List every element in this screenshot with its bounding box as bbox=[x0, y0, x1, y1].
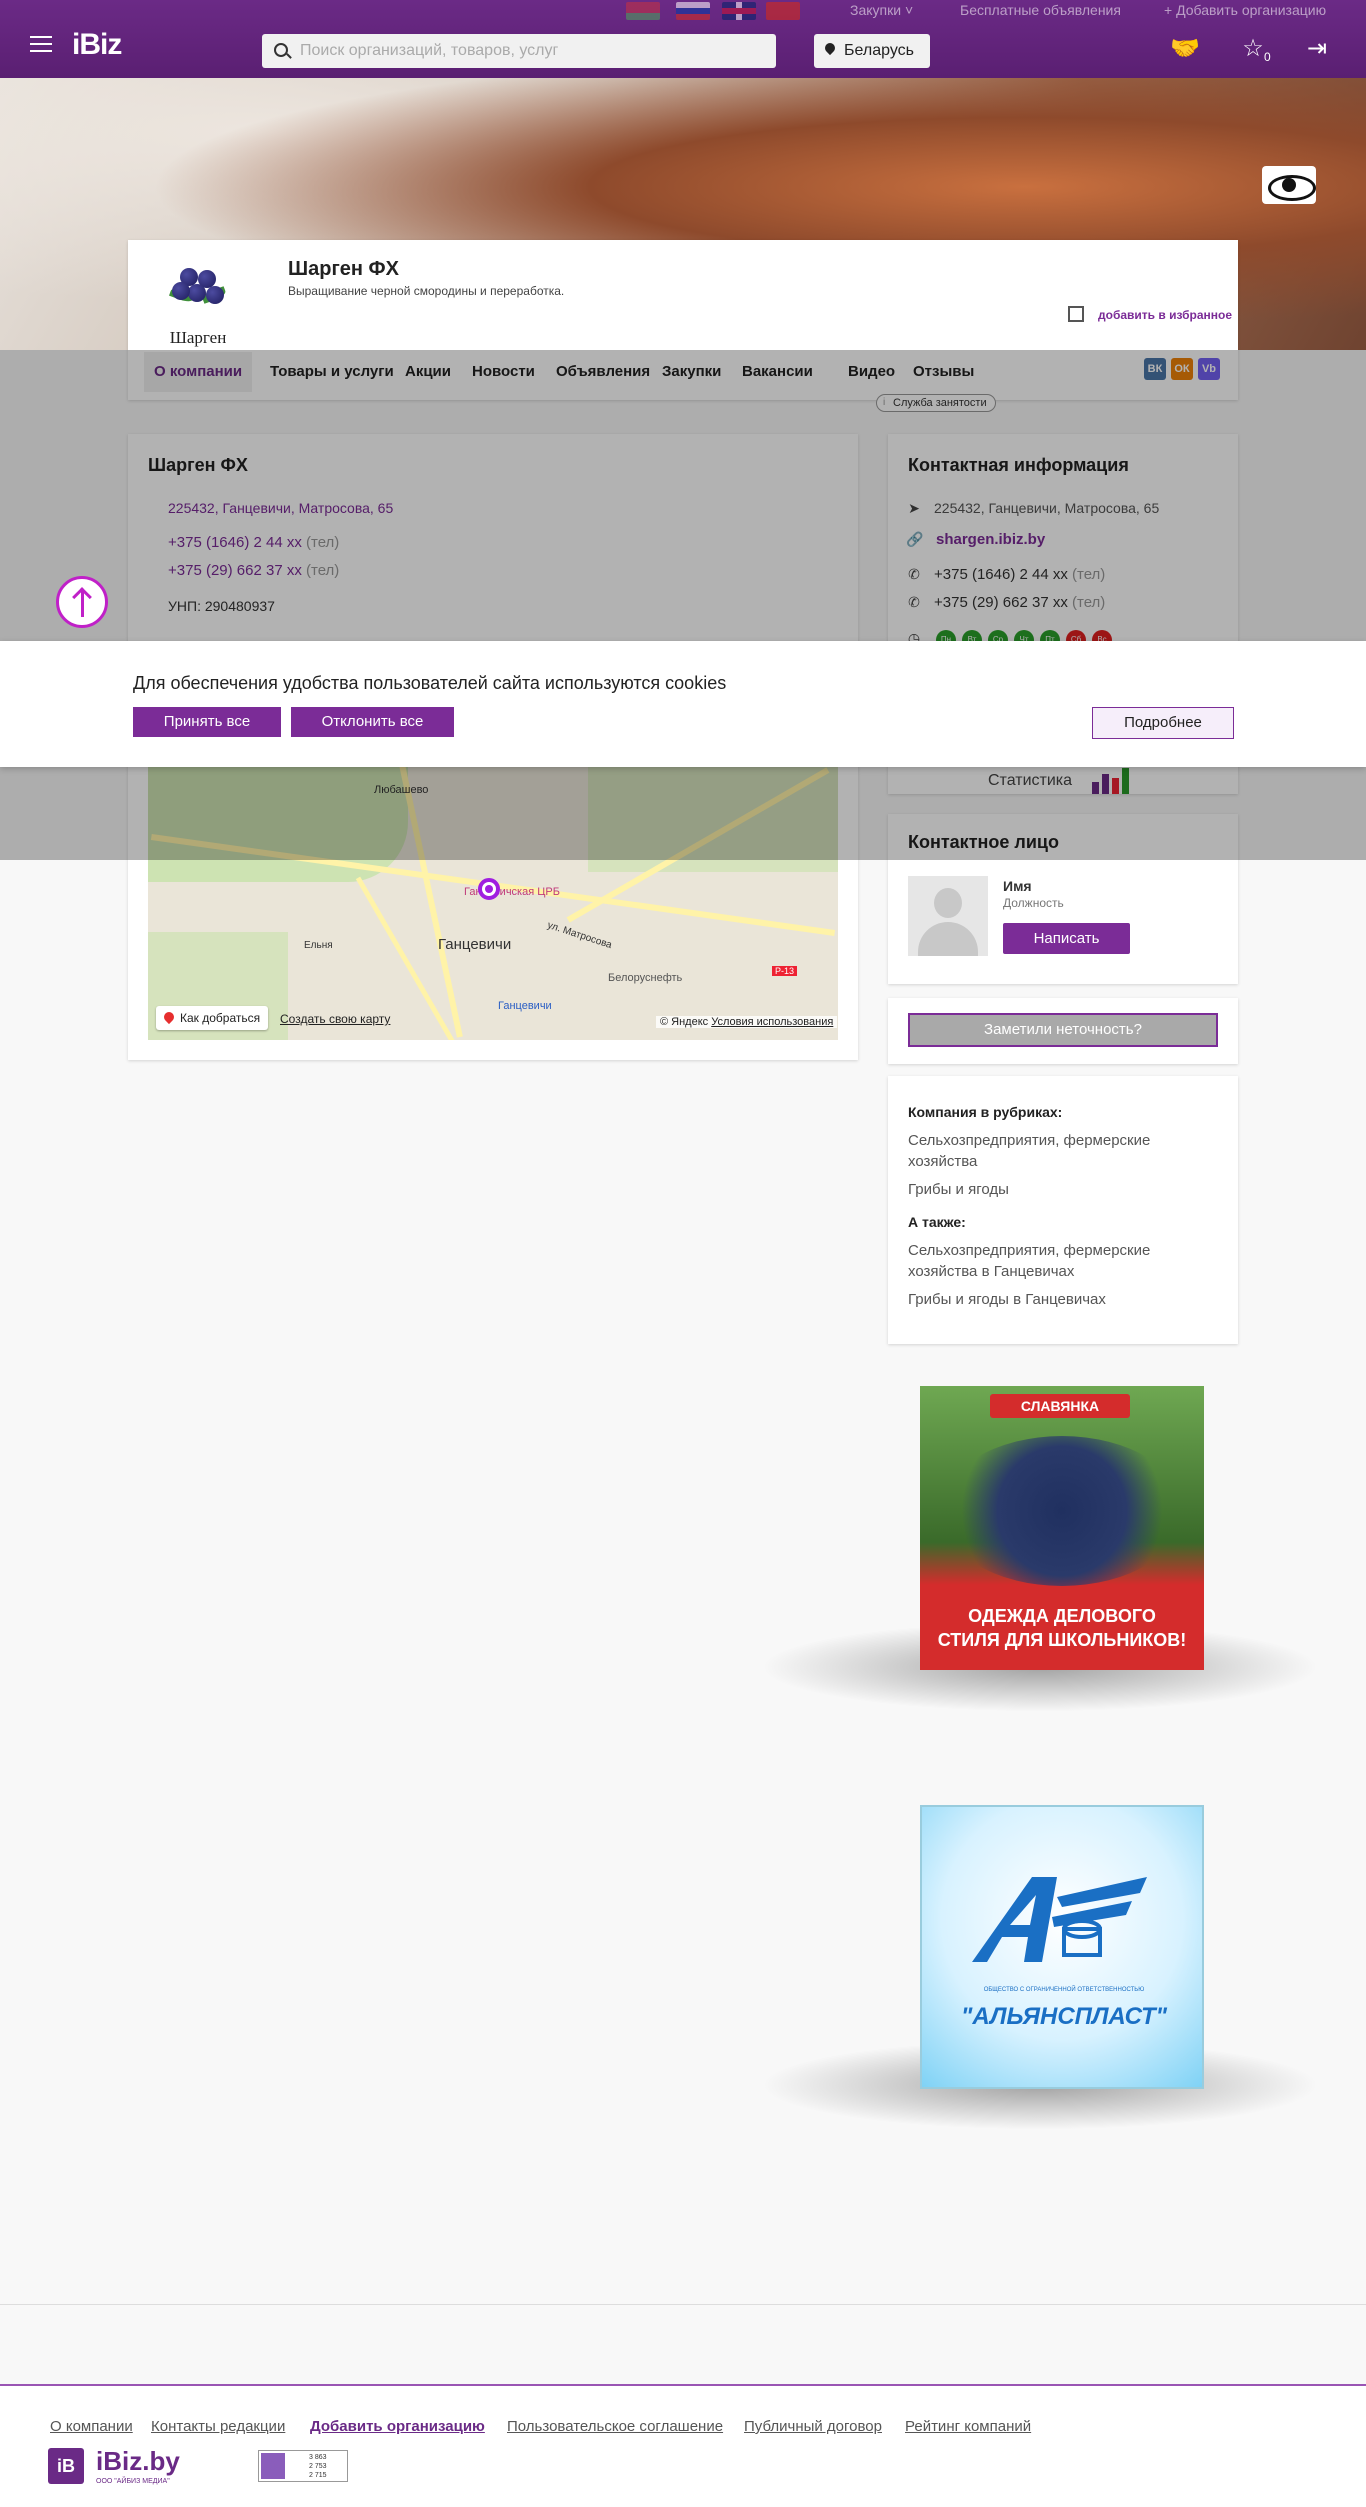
avatar bbox=[908, 876, 988, 956]
contact-person-name: Имя bbox=[1003, 878, 1032, 894]
login-icon[interactable]: ⇥ bbox=[1302, 34, 1332, 64]
purchases-link[interactable]: Закупки ˅ bbox=[850, 2, 913, 18]
rubric-link[interactable]: Сельхозпредприятия, фермерские хозяйства… bbox=[908, 1240, 1208, 1282]
cookie-more-button[interactable]: Подробнее bbox=[1092, 707, 1234, 739]
footer-separator bbox=[0, 2304, 1366, 2305]
footer-link-public-contract[interactable]: Публичный договор bbox=[744, 2418, 882, 2435]
map-pin-icon[interactable] bbox=[478, 878, 500, 900]
map-label: Ельня bbox=[304, 940, 333, 951]
route-button[interactable]: Как добраться bbox=[156, 1006, 269, 1030]
top-strip: Закупки ˅ Бесплатные объявления + Добави… bbox=[0, 0, 1366, 22]
ad-text: "АЛЬЯНСПЛАСТ" bbox=[960, 2003, 1168, 2030]
cookie-banner: Для обеспечения удобства пользователей с… bbox=[0, 641, 1366, 767]
footer-logo-text[interactable]: iBiz.by bbox=[96, 2446, 180, 2477]
counter-value: 2 715 bbox=[309, 2472, 327, 2479]
map-label: ул. Матросова bbox=[545, 919, 614, 952]
top-header: Закупки ˅ Бесплатные объявления + Добави… bbox=[0, 0, 1366, 78]
rubric-link[interactable]: Сельхозпредприятия, фермерские хозяйства bbox=[908, 1130, 1208, 1172]
accessibility-eye-icon[interactable] bbox=[1262, 166, 1316, 204]
footer-logo-icon[interactable]: iB bbox=[48, 2448, 84, 2484]
ad-banner-slavyanka[interactable]: СЛАВЯНКА ОДЕЖДА ДЕЛОВОГО СТИЛЯ ДЛЯ ШКОЛЬН… bbox=[920, 1386, 1204, 1670]
rubric-link[interactable]: Грибы и ягоды bbox=[908, 1179, 1208, 1200]
company-name: Шарген ФХ bbox=[288, 258, 399, 280]
favorite-checkbox[interactable] bbox=[1068, 306, 1084, 322]
hamburger-menu-icon[interactable] bbox=[30, 36, 52, 52]
ad-text: ОДЕЖДА ДЕЛОВОГО СТИЛЯ ДЛЯ ШКОЛЬНИКОВ! bbox=[920, 1604, 1204, 1652]
add-org-label: Добавить организацию bbox=[1176, 2, 1327, 18]
map-label: Р-13 bbox=[772, 966, 798, 976]
map-label: Ганцевичи bbox=[438, 936, 512, 953]
accept-cookies-button[interactable]: Принять все bbox=[133, 707, 281, 737]
add-org-link[interactable]: + Добавить организацию bbox=[1164, 2, 1326, 18]
counter-value: 3 863 bbox=[309, 2454, 327, 2461]
report-inaccuracy-button[interactable]: Заметили неточность? bbox=[908, 1013, 1218, 1047]
ad-photo bbox=[940, 1436, 1184, 1586]
footer-link-contacts[interactable]: Контакты редакции bbox=[151, 2418, 285, 2435]
company-logo: Шарген bbox=[158, 258, 238, 347]
visit-counter[interactable]: 3 863 2 753 2 715 bbox=[258, 2450, 348, 2482]
region-select[interactable]: Беларусь bbox=[814, 34, 930, 68]
chevron-down-icon: ˅ bbox=[904, 2, 914, 18]
contact-person-position: Должность bbox=[1003, 896, 1064, 910]
site-logo[interactable]: iBiz bbox=[72, 28, 122, 62]
ad-brand: СЛАВЯНКА bbox=[990, 1394, 1130, 1418]
region-label: Беларусь bbox=[844, 42, 914, 59]
flag-by-icon[interactable] bbox=[626, 2, 660, 20]
map-label: Белоруснефть bbox=[608, 972, 683, 984]
alliansplast-logo-icon bbox=[972, 1877, 1147, 1962]
cookie-text: Для обеспечения удобства пользователей с… bbox=[133, 673, 727, 693]
footer-link-agreement[interactable]: Пользовательское соглашение bbox=[507, 2418, 723, 2435]
map-copyright: © Яндекс Условия использования bbox=[656, 1016, 838, 1028]
free-ads-link[interactable]: Бесплатные объявления bbox=[960, 2, 1121, 18]
ad-small-text: ОБЩЕСТВО С ОГРАНИЧЕННОЙ ОТВЕТСТВЕННОСТЬЮ bbox=[983, 1987, 1145, 1993]
search-input[interactable] bbox=[300, 34, 760, 68]
map-label: Ганцевичи bbox=[498, 1000, 552, 1012]
flag-cn-icon[interactable] bbox=[766, 2, 800, 20]
ad-banner-alliansplast[interactable]: ОБЩЕСТВО С ОГРАНИЧЕННОЙ ОТВЕТСТВЕННОСТЬЮ… bbox=[920, 1805, 1204, 2089]
favorites-count: 0 bbox=[1264, 50, 1271, 64]
footer: О компании Контакты редакции Добавить ор… bbox=[0, 2384, 1366, 2507]
flag-en-icon[interactable] bbox=[722, 2, 756, 20]
footer-logo-sub: ООО "АЙБИЗ МЕДИА" bbox=[96, 2478, 170, 2485]
plus-icon: + bbox=[1164, 2, 1173, 18]
rubric-link[interactable]: Грибы и ягоды в Ганцевичах bbox=[908, 1289, 1208, 1310]
ad-text-line: ОДЕЖДА ДЕЛОВОГО bbox=[968, 1606, 1156, 1626]
flag-ru-icon[interactable] bbox=[676, 2, 710, 20]
also-heading: А также: bbox=[908, 1214, 966, 1230]
footer-link-about[interactable]: О компании bbox=[50, 2418, 133, 2435]
footer-link-rating[interactable]: Рейтинг компаний bbox=[905, 2418, 1031, 2435]
map-terms-link[interactable]: Условия использования bbox=[711, 1016, 833, 1028]
counter-logo-icon bbox=[261, 2453, 285, 2479]
decline-cookies-button[interactable]: Отклонить все bbox=[291, 707, 454, 737]
location-pin-icon bbox=[822, 40, 838, 56]
ad-text-line: СТИЛЯ ДЛЯ ШКОЛЬНИКОВ! bbox=[937, 1630, 1187, 1650]
counter-value: 2 753 bbox=[309, 2463, 327, 2470]
company-description: Выращивание черной смородины и переработ… bbox=[288, 284, 565, 298]
scroll-up-arrow-icon[interactable] bbox=[56, 576, 108, 628]
map-copy-text: © Яндекс bbox=[660, 1016, 709, 1028]
dim-overlay bbox=[0, 350, 1366, 860]
handshake-icon[interactable]: 🤝 bbox=[1170, 34, 1200, 64]
search-icon bbox=[274, 43, 288, 57]
company-logo-text: Шарген bbox=[169, 328, 227, 347]
search-box bbox=[262, 34, 776, 68]
purchases-label: Закупки bbox=[850, 2, 902, 18]
create-map-link[interactable]: Создать свою карту bbox=[280, 1012, 390, 1026]
write-button[interactable]: Написать bbox=[1003, 923, 1130, 954]
footer-link-add-org[interactable]: Добавить организацию bbox=[310, 2418, 485, 2435]
favorite-label[interactable]: добавить в избранное bbox=[1098, 308, 1232, 322]
rubrics-heading: Компания в рубриках: bbox=[908, 1104, 1063, 1120]
